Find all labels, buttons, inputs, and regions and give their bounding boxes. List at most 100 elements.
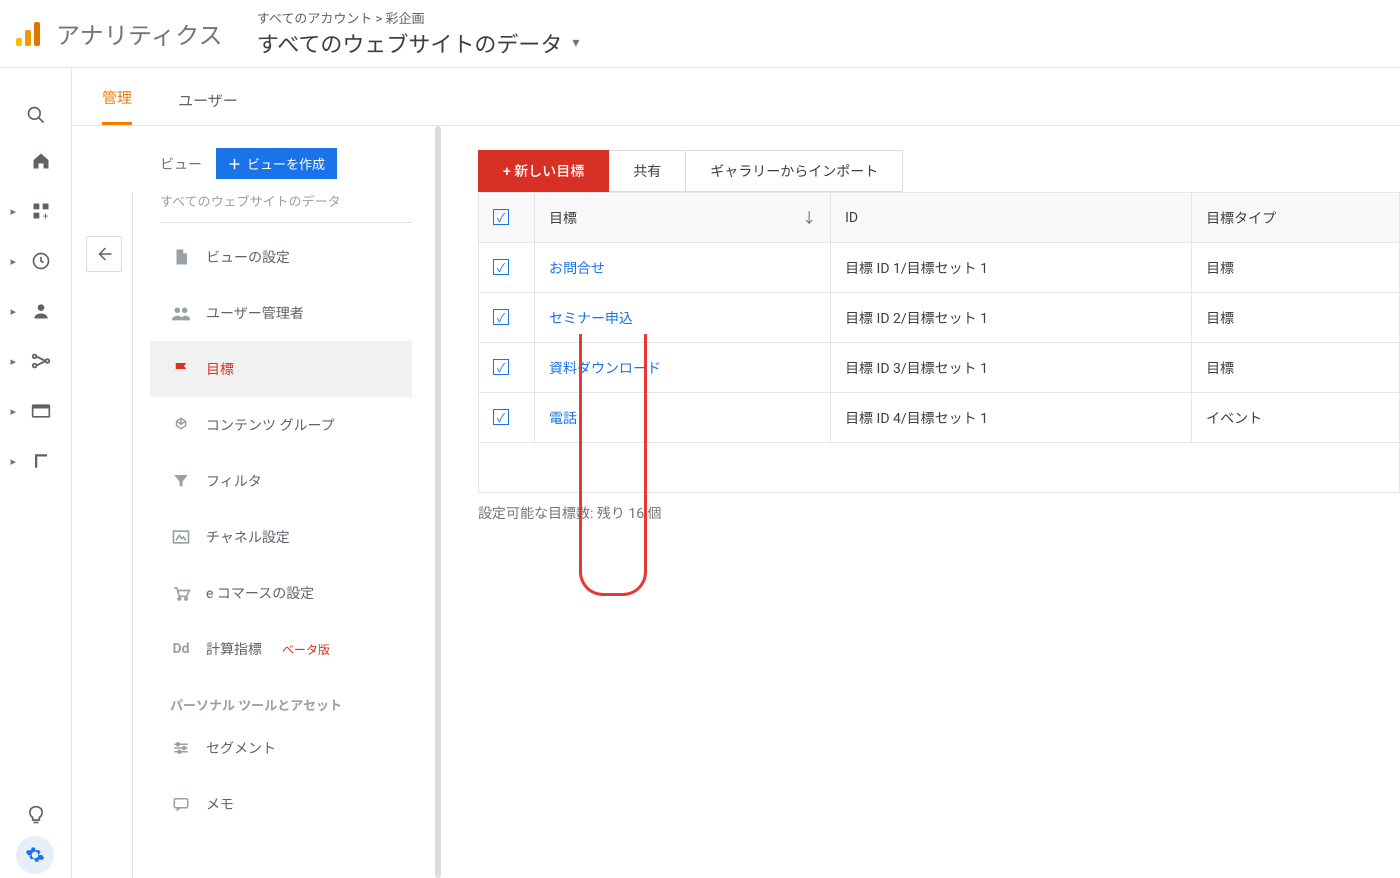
create-view-button[interactable]: ＋ ビューを作成 — [216, 148, 337, 179]
search-icon[interactable] — [16, 94, 56, 136]
import-button[interactable]: ギャラリーからインポート — [686, 150, 903, 192]
nav-segment[interactable]: セグメント — [160, 720, 412, 776]
brand-name: アナリティクス — [56, 16, 223, 51]
segment-icon — [170, 741, 192, 755]
checkbox-icon: ✓ — [493, 259, 509, 275]
behavior-icon[interactable] — [21, 390, 61, 432]
view-nav-list-2: セグメント メモ — [160, 720, 412, 832]
expand-caret-icon[interactable]: ▸ — [11, 455, 21, 468]
view-name-select[interactable]: すべてのウェブサイトのデータ — [160, 185, 412, 223]
document-icon — [170, 247, 192, 267]
breadcrumb: すべてのアカウント > 彩企画 — [257, 8, 580, 27]
checkbox-icon: ✓ — [493, 309, 509, 325]
share-button[interactable]: 共有 — [609, 150, 686, 192]
dd-icon: Dd — [170, 641, 192, 657]
row-checkbox[interactable]: ✓ — [479, 293, 535, 343]
nav-content-group[interactable]: コンテンツ グループ — [160, 397, 412, 453]
goal-id: 目標 ID 1/目標セット 1 — [831, 243, 1192, 293]
expand-caret-icon[interactable]: ▸ — [11, 205, 21, 218]
goal-id: 目標 ID 2/目標セット 1 — [831, 293, 1192, 343]
left-rail: ▸ + ▸ ▸ ▸ ▸ ▸ — [0, 68, 72, 878]
header-type[interactable]: 目標タイプ — [1192, 193, 1400, 243]
expand-caret-icon[interactable]: ▸ — [11, 355, 21, 368]
dashboard-icon[interactable]: + — [21, 190, 61, 232]
goal-type: 目標 — [1192, 343, 1400, 393]
sort-arrow-icon: ↓ — [802, 208, 816, 228]
content-group-icon — [170, 415, 192, 435]
nav-calc-metric[interactable]: Dd 計算指標 ベータ版 — [160, 621, 412, 677]
nav-view-settings[interactable]: ビューの設定 — [160, 229, 412, 285]
beta-tag: ベータ版 — [282, 641, 330, 658]
view-column: ビュー ＋ ビューを作成 すべてのウェブサイトのデータ ビューの設定 ユーザー管… — [72, 126, 432, 878]
analytics-logo-icon — [14, 20, 42, 48]
acquisition-icon[interactable] — [21, 340, 61, 382]
goal-type: 目標 — [1192, 243, 1400, 293]
goals-table: ✓ 目標↓ ID 目標タイプ ✓ お問合せ 目標 ID 1/目標セット 1 目標 — [478, 192, 1400, 493]
nav-label: コンテンツ グループ — [206, 415, 335, 435]
audience-icon[interactable] — [21, 290, 61, 332]
home-icon[interactable] — [21, 140, 61, 182]
nav-label: メモ — [206, 794, 234, 814]
chevron-down-icon: ▾ — [572, 35, 579, 51]
column-label: ビュー — [160, 154, 202, 174]
header-id[interactable]: ID — [831, 193, 1192, 243]
table-row: ✓ 電話 目標 ID 4/目標セット 1 イベント — [479, 393, 1400, 443]
header-goal[interactable]: 目標↓ — [535, 193, 831, 243]
goal-name-link[interactable]: 資料ダウンロード — [549, 361, 661, 377]
svg-text:+: + — [42, 211, 48, 221]
nav-goals[interactable]: 目標 — [150, 341, 412, 397]
row-checkbox[interactable]: ✓ — [479, 343, 535, 393]
nav-user-admin[interactable]: ユーザー管理者 — [160, 285, 412, 341]
realtime-icon[interactable] — [21, 240, 61, 282]
row-checkbox[interactable]: ✓ — [479, 243, 535, 293]
table-row: ✓ セミナー申込 目標 ID 2/目標セット 1 目標 — [479, 293, 1400, 343]
admin-gear-icon[interactable] — [16, 836, 54, 874]
nav-label: e コマースの設定 — [206, 583, 314, 603]
remaining-goals-note: 設定可能な目標数: 残り 16 個 — [478, 503, 1400, 523]
tree-line — [132, 192, 133, 878]
cart-icon — [170, 584, 192, 602]
view-nav-list: ビューの設定 ユーザー管理者 目標 コンテンツ グループ — [160, 229, 412, 677]
goal-name-link[interactable]: お問合せ — [549, 261, 605, 277]
personal-tools-header: パーソナル ツールとアセット — [160, 695, 412, 714]
goal-type: イベント — [1192, 393, 1400, 443]
tab-user[interactable]: ユーザー — [178, 90, 238, 125]
expand-caret-icon[interactable]: ▸ — [11, 405, 21, 418]
nav-memo[interactable]: メモ — [160, 776, 412, 832]
admin-area: ビュー ＋ ビューを作成 すべてのウェブサイトのデータ ビューの設定 ユーザー管… — [72, 126, 1400, 878]
filter-icon — [170, 472, 192, 490]
table-header-row: ✓ 目標↓ ID 目標タイプ — [479, 193, 1400, 243]
checkbox-icon: ✓ — [493, 359, 509, 375]
goals-toolbar: + 新しい目標 共有 ギャラリーからインポート — [478, 150, 1400, 192]
goals-panel: + 新しい目標 共有 ギャラリーからインポート ✓ 目標↓ ID 目標タイプ — [444, 126, 1400, 878]
plus-icon: ＋ — [228, 154, 241, 173]
checkbox-icon: ✓ — [493, 209, 509, 225]
goal-id: 目標 ID 4/目標セット 1 — [831, 393, 1192, 443]
view-title: すべてのウェブサイトのデータ — [257, 27, 563, 59]
content-area: 管理 ユーザー ビュー ＋ ビューを作成 すべてのウェブサイトのデータ — [72, 68, 1400, 878]
app-body: ▸ + ▸ ▸ ▸ ▸ ▸ 管理 ユーザー — [0, 68, 1400, 878]
create-view-label: ビューを作成 — [247, 154, 325, 173]
nav-label: ビューの設定 — [206, 247, 290, 267]
nav-label: フィルタ — [206, 471, 262, 491]
tab-admin[interactable]: 管理 — [102, 87, 132, 125]
expand-caret-icon[interactable]: ▸ — [11, 305, 21, 318]
nav-label: ユーザー管理者 — [206, 303, 304, 323]
nav-filter[interactable]: フィルタ — [160, 453, 412, 509]
discover-icon[interactable] — [16, 794, 56, 836]
new-goal-button[interactable]: + 新しい目標 — [478, 150, 609, 192]
goal-name-link[interactable]: セミナー申込 — [549, 311, 633, 327]
nav-label: 計算指標 — [206, 639, 262, 659]
nav-label: 目標 — [206, 359, 234, 379]
app-header: アナリティクス すべてのアカウント > 彩企画 すべてのウェブサイトのデータ ▾ — [0, 0, 1400, 68]
row-checkbox[interactable]: ✓ — [479, 393, 535, 443]
expand-caret-icon[interactable]: ▸ — [11, 255, 21, 268]
column-resize-handle[interactable] — [432, 126, 444, 878]
nav-ecommerce[interactable]: e コマースの設定 — [160, 565, 412, 621]
nav-channel[interactable]: チャネル設定 — [160, 509, 412, 565]
conversions-icon[interactable] — [21, 440, 61, 482]
view-selector[interactable]: すべてのアカウント > 彩企画 すべてのウェブサイトのデータ ▾ — [257, 8, 580, 59]
checkbox-icon: ✓ — [493, 409, 509, 425]
goal-name-link[interactable]: 電話 — [549, 411, 577, 427]
header-checkbox-cell[interactable]: ✓ — [479, 193, 535, 243]
